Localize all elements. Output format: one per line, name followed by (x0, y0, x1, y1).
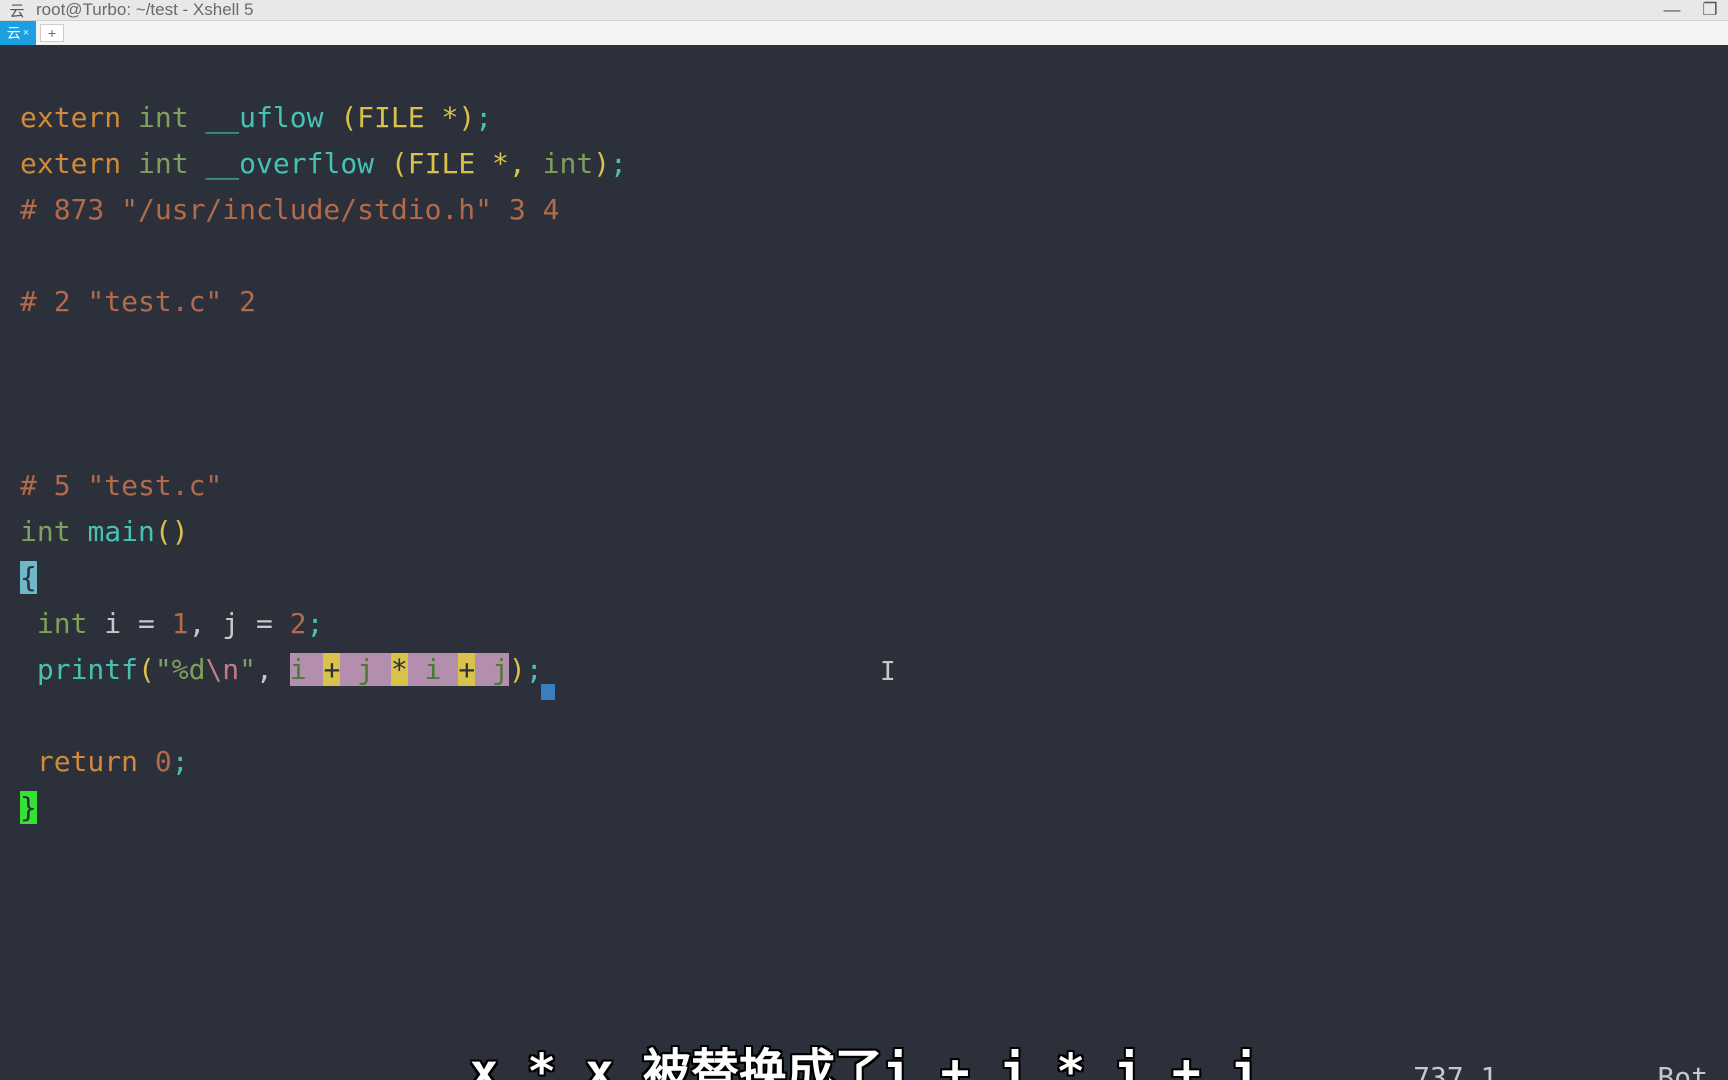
kw-return: return (37, 745, 138, 778)
semi: ; (307, 607, 324, 640)
comma: , (256, 653, 290, 686)
window-titlebar: 云 root@Turbo: ~/test - Xshell 5 — ❐ (0, 0, 1728, 20)
paren-close: ) (509, 653, 526, 686)
sel-j2: j (475, 653, 509, 686)
sel-j: j (340, 653, 391, 686)
terminal-viewport[interactable]: extern int __uflow (FILE *); extern int … (0, 45, 1728, 1080)
semi: ; (475, 101, 492, 134)
brace-open-cursor: { (20, 561, 37, 594)
selection-end-icon (541, 684, 555, 700)
semi: ; (610, 147, 627, 180)
decl-b: , j = (189, 607, 290, 640)
kw-extern: extern (20, 101, 121, 134)
indent (20, 653, 37, 686)
window-title: root@Turbo: ~/test - Xshell 5 (36, 0, 1662, 20)
type-int: int (37, 607, 88, 640)
kw-extern: extern (20, 147, 121, 180)
tab-close-icon[interactable]: × (23, 27, 29, 39)
brace-close-cursor: } (20, 791, 37, 824)
tab-label: 云 (7, 23, 21, 43)
maximize-button[interactable]: ❐ (1700, 0, 1720, 20)
func-printf: printf (37, 653, 138, 686)
main-parens: () (155, 515, 189, 548)
func-main: main (87, 515, 154, 548)
func-uflow: __uflow (205, 101, 323, 134)
str-a: "%d (155, 653, 206, 686)
num-0: 0 (155, 745, 172, 778)
tab-add-button[interactable]: + (40, 24, 64, 42)
sel-i: i (290, 653, 324, 686)
vim-cursor-pos: 737,1 (1413, 1055, 1497, 1080)
sig-overflow-a: (FILE *, (374, 147, 543, 180)
func-overflow: __overflow (205, 147, 374, 180)
type-int: int (138, 147, 189, 180)
num-2: 2 (290, 607, 307, 640)
pp-line: # 873 "/usr/include/stdio.h" 3 4 (20, 193, 559, 226)
indent (20, 745, 37, 778)
semi: ; (172, 745, 189, 778)
type-int: int (543, 147, 594, 180)
vim-status: 737,1 Bot (1413, 1055, 1708, 1080)
minimize-button[interactable]: — (1662, 0, 1682, 20)
tab-active[interactable]: 云 × (0, 21, 36, 45)
tab-bar: 云 × + (0, 20, 1728, 45)
sig-uflow: (FILE *) (323, 101, 475, 134)
vim-scroll: Bot (1657, 1055, 1708, 1080)
sel-plus2: + (458, 653, 475, 686)
type-int: int (20, 515, 71, 548)
text-cursor-icon: I (880, 649, 882, 683)
indent (20, 607, 37, 640)
space (138, 745, 155, 778)
num-1: 1 (172, 607, 189, 640)
semi: ; (526, 653, 543, 686)
decl-a: i = (87, 607, 171, 640)
str-b: " (239, 653, 256, 686)
sig-overflow-b: ) (593, 147, 610, 180)
paren-open: ( (138, 653, 155, 686)
app-icon: 云 (8, 1, 26, 19)
sel-star: * (391, 653, 408, 686)
str-esc: \n (205, 653, 239, 686)
type-int: int (138, 101, 189, 134)
pp-line: # 5 "test.c" (20, 469, 222, 502)
pp-line: # 2 "test.c" 2 (20, 285, 256, 318)
sel-plus: + (323, 653, 340, 686)
sel-i2: i (408, 653, 459, 686)
